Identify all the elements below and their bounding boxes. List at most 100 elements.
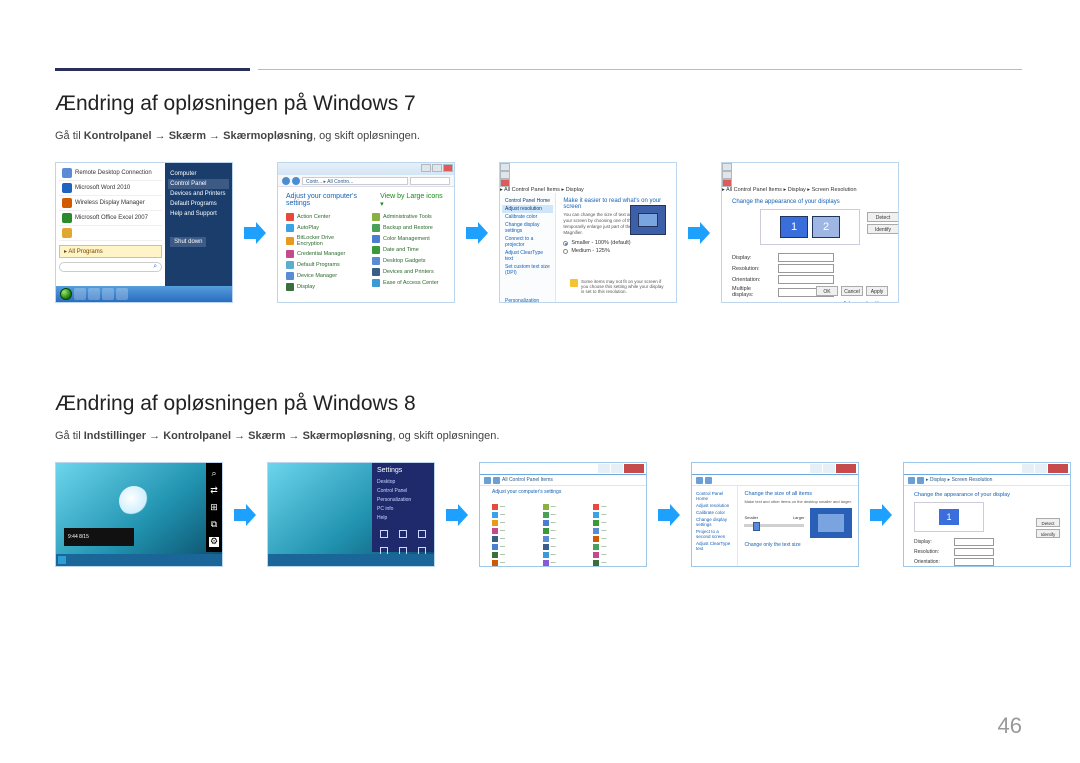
controlpanel-item: AutoPlay [286,222,360,233]
arrow-icon [463,219,491,247]
close-icon [624,464,644,473]
section-windows7: Ændring af opløsningen på Windows 7 Gå t… [55,92,1025,303]
task-icon [102,288,114,300]
controlpanel-item: Credential Manager [286,248,360,259]
select-field [778,264,834,273]
win7-thumbnails-row: Remote Desktop ConnectionMicrosoft Word … [55,162,1025,303]
controlpanel-item: Action Center [286,211,360,222]
win7-thumb-display: ▸ All Control Panel Items ▸ Display Cont… [499,162,677,303]
sidebar-link: Connect to a projector [505,235,550,249]
clock-toast: 9:44 8/15 [64,528,134,546]
start-tile-icon [58,556,66,564]
settings-link: Personalization [377,495,429,504]
settings-tile-icon [377,528,391,540]
controlpanel-item: Device Manager [286,270,360,281]
controlpanel-item: BitLocker Drive Encryption [286,233,360,248]
all-programs: ▸ All Programs [59,245,162,258]
settings-link: PC info [377,504,429,513]
apply-button: Apply [866,286,888,296]
page-number: 46 [998,713,1022,739]
arrow-icon [231,501,259,529]
section-title-win7: Ændring af opløsningen på Windows 7 [55,92,1025,116]
win8-thumb-charms: ⌕⇄⊞⧉⚙ 9:44 8/15 [55,462,223,567]
ok-button: OK [816,286,838,296]
win8-thumb-resolution: ▸ Display ▸ Screen Resolution Change the… [903,462,1071,567]
monitor-1-icon: 1 [939,509,959,525]
start-menu-item: Remote Desktop Connection [59,166,162,181]
search-icon: ⌕ [153,263,157,271]
search-box: ⌕ [59,262,162,272]
controlpanel-item: Date and Time [372,244,446,255]
size-option: Smaller - 100% (default) [563,240,669,246]
win7-thumb-resolution: ▸ All Control Panel Items ▸ Display ▸ Sc… [721,162,899,303]
nav-back-icon [282,177,290,185]
address-bar: Contr... ▸ All Contro... [278,175,454,187]
arrow-icon [241,219,269,247]
controlpanel-item: Desktop Gadgets [372,255,446,266]
controlpanel-item: Ease of Access Center [372,277,446,288]
nav-fwd-icon [292,177,300,185]
charm-icon: ⇄ [209,486,219,496]
win8-thumb-display: Control Panel HomeAdjust resolutionCalib… [691,462,859,567]
win8-thumb-settings: Settings DesktopControl PanelPersonaliza… [267,462,435,567]
controlpanel-item: Devices and Printers [372,266,446,277]
header-accent-bar [55,68,250,71]
detect-button: Detect [1036,518,1060,527]
section-title-win8: Ændring af opløsningen på Windows 8 [55,392,1025,416]
section-windows8: Ændring af opløsningen på Windows 8 Gå t… [55,392,1025,567]
close-icon [443,164,453,172]
win7-thumb-controlpanel: Contr... ▸ All Contro... Adjust your com… [277,162,455,303]
settings-link: Control Panel [377,486,429,495]
task-icon [88,288,100,300]
start-orb-icon [60,288,72,300]
task-icon [116,288,128,300]
monitor-1-icon: 1 [780,216,808,238]
header-divider [258,69,1022,70]
charm-icon: ⊞ [209,503,219,513]
start-right-item: Devices and Printers [170,189,227,199]
win8-thumbnails-row: ⌕⇄⊞⧉⚙ 9:44 8/15 Settings DesktopControl … [55,462,1025,567]
wallpaper-flower-icon [119,486,149,516]
search-field [410,177,450,185]
arrow-icon [443,501,471,529]
warning-note: Some items may not fit on your screen if… [570,279,668,294]
start-right-item: Computer [170,169,227,179]
charms-bar: ⌕⇄⊞⧉⚙ [206,463,222,552]
task-icon [74,288,86,300]
select-field [778,275,834,284]
sidebar-link: Set custom text size (DPI) [505,263,550,277]
warning-icon [570,279,578,287]
settings-link: Desktop [377,477,429,486]
start-menu-item [59,226,162,241]
charm-icon: ⌕ [209,469,219,479]
start-right-item: Default Programs [170,199,227,209]
start-menu-item: Microsoft Office Excel 2007 [59,211,162,226]
controlpanel-item: Display [286,281,360,292]
sidebar-link: Change display settings [505,221,550,235]
size-option: Medium - 125% [563,248,669,254]
arrow-icon [685,219,713,247]
select-field [778,253,834,262]
win7-thumb-startmenu: Remote Desktop ConnectionMicrosoft Word … [55,162,233,303]
sidebar-link: Adjust ClearType text [505,249,550,263]
monitor-preview-icon [630,205,666,235]
identify-button: Identify [867,224,899,234]
arrow-icon [655,501,683,529]
identify-button: Identify [1036,529,1060,538]
sidebar-link: Calibrate color [505,213,550,221]
settings-tile-icon [396,528,410,540]
settings-link: Help [377,513,429,522]
charm-icon: ⚙ [209,537,219,547]
win8-thumb-controlpanel: All Control Panel Items Adjust your comp… [479,462,647,567]
controlpanel-item: Backup and Restore [372,222,446,233]
instruction-win8: Gå til Indstillinger → Kontrolpanel → Sk… [55,430,1025,442]
size-slider [744,524,804,527]
controlpanel-item: Color Management [372,233,446,244]
start-menu-item: Microsoft Word 2010 [59,181,162,196]
arrow-icon [867,501,895,529]
monitor-preview-icon [810,508,852,538]
shutdown-button: Shut down [170,237,206,247]
controlpanel-item: Administrative Tools [372,211,446,222]
taskbar [56,286,232,302]
monitor-2-icon: 2 [812,216,840,238]
